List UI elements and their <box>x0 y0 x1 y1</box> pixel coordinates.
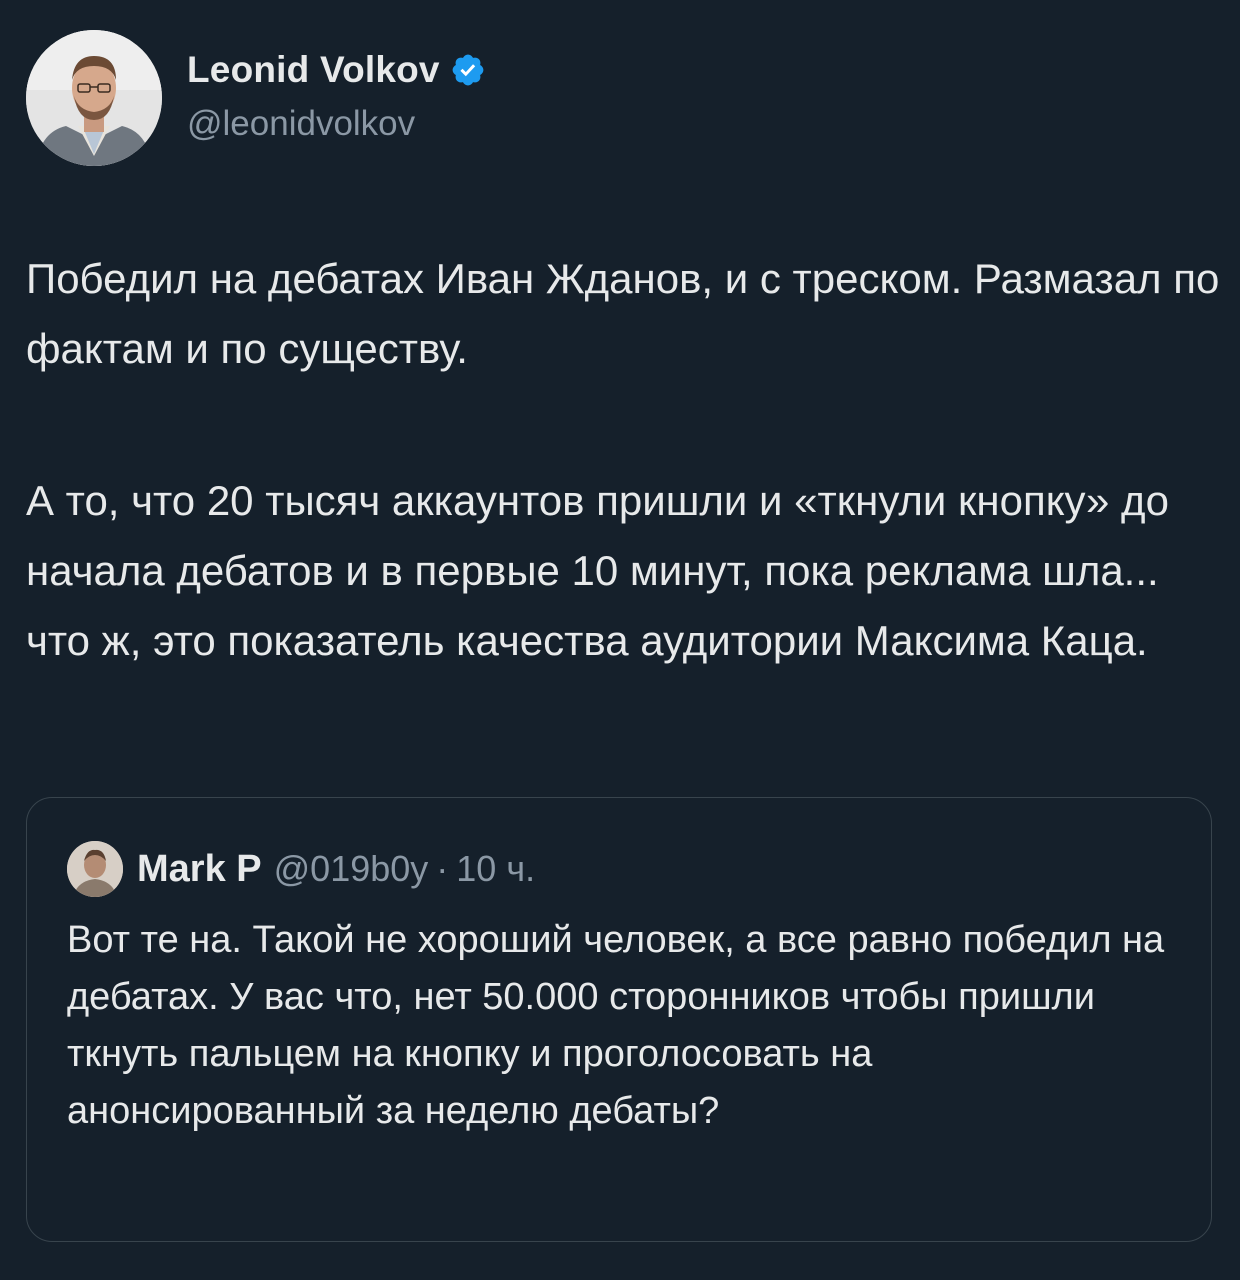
quoted-tweet-text: Вот те на. Такой не хороший человек, а в… <box>67 912 1177 1140</box>
tweet-paragraph: Победил на дебатах Иван Жданов, и с трес… <box>26 255 1220 372</box>
verified-badge-icon <box>452 54 484 86</box>
quoted-tweet-card[interactable]: Mark P @019b0y · 10 ч. Вот те на. Такой … <box>26 797 1212 1242</box>
author-name-row: Leonid Volkov <box>187 46 486 94</box>
author-handle[interactable]: @leonidvolkov <box>187 104 415 144</box>
quoted-author-name[interactable]: Mark P <box>137 848 262 891</box>
tweet-text: Победил на дебатах Иван Жданов, и с трес… <box>26 244 1226 676</box>
author-avatar[interactable] <box>26 30 162 166</box>
quoted-author-handle[interactable]: @019b0y <box>274 848 429 890</box>
tweet-paragraph: А то, что 20 тысяч аккаунтов пришли и «т… <box>26 477 1169 664</box>
quoted-tweet-time[interactable]: 10 ч. <box>456 848 535 890</box>
author-display-name[interactable]: Leonid Volkov <box>187 49 440 91</box>
person-photo-icon <box>67 841 123 897</box>
quoted-tweet-header: Mark P @019b0y · 10 ч. <box>67 840 535 898</box>
person-photo-icon <box>26 30 162 166</box>
quoted-tweet-paragraph: Вот те на. Такой не хороший человек, а в… <box>67 919 1165 1132</box>
quoted-author-avatar[interactable] <box>67 841 123 897</box>
separator-dot: · <box>436 848 449 889</box>
